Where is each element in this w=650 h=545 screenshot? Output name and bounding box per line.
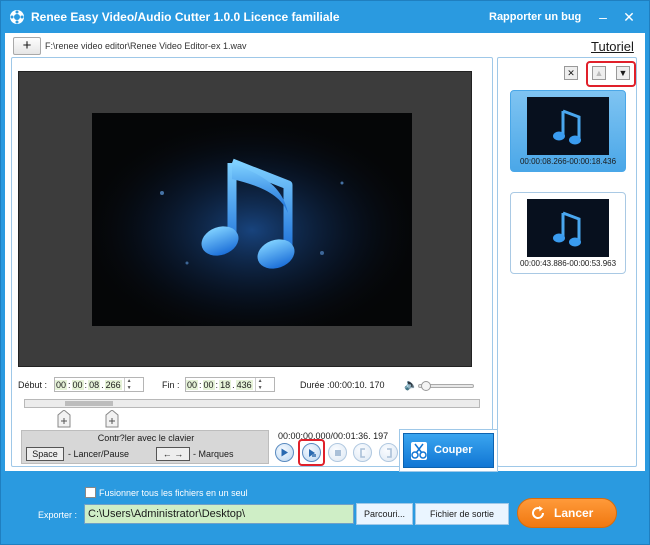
export-path-field[interactable]: C:\Users\Administrator\Desktop\ — [84, 504, 354, 524]
minimize-button[interactable]: – — [593, 7, 613, 27]
app-window: Renee Easy Video/Audio Cutter 1.0.0 Lice… — [0, 0, 650, 545]
browse-button[interactable]: Parcouri... — [356, 503, 413, 525]
app-logo-icon — [10, 10, 24, 24]
timeline-track[interactable] — [24, 399, 480, 408]
end-label: Fin : — [162, 380, 180, 390]
tutorial-link[interactable]: Tutoriel — [591, 39, 634, 54]
duration-display: Durée :00:00:10. 170 — [300, 380, 385, 390]
editor-panel: Début : 00: 00: 08. 266 ▲ ▼ Fin : 00: 00:… — [11, 57, 493, 467]
arrows-action: - Marques — [193, 449, 234, 459]
add-file-button[interactable]: + — [13, 37, 41, 55]
start-minutes[interactable]: 00 — [71, 379, 84, 390]
close-button[interactable]: ✕ — [619, 7, 639, 27]
clip-thumbnail — [527, 97, 609, 155]
cut-button-label: Couper — [434, 444, 473, 456]
reorder-buttons-highlight — [586, 61, 636, 87]
clip-item[interactable]: 00:00:43.886-00:00:53.963 — [510, 192, 626, 274]
merge-checkbox[interactable] — [85, 487, 96, 498]
music-note-icon — [92, 113, 412, 326]
main-area: + F:\renee video editor\Renee Video Edit… — [5, 33, 645, 472]
playback-position: 00:00:00.000/00:01:36. 197 — [278, 431, 389, 441]
end-hours[interactable]: 00 — [186, 379, 199, 390]
start-time-field[interactable]: 00: 00: 08. 266 ▲ ▼ — [54, 377, 144, 392]
music-note-icon — [527, 97, 609, 155]
launch-button-label: Lancer — [554, 506, 594, 520]
play-button[interactable] — [275, 443, 294, 462]
bracket-right-icon — [386, 447, 392, 458]
keyboard-help-title: Contr?ler avec le clavier — [97, 433, 195, 443]
title-bar: Renee Easy Video/Audio Cutter 1.0.0 Lice… — [1, 1, 649, 33]
export-label: Exporter : — [38, 510, 78, 520]
volume-slider[interactable] — [418, 381, 474, 391]
stop-icon — [334, 449, 341, 456]
end-time-stepper[interactable]: ▲ ▼ — [254, 378, 265, 391]
volume-icon[interactable]: 🔈 — [404, 378, 418, 391]
merge-option: Fusionner tous les fichiers en un seul — [85, 487, 248, 498]
clip-thumbnail — [527, 199, 609, 257]
stop-button[interactable] — [328, 443, 347, 462]
end-marker-handle[interactable] — [105, 410, 119, 428]
delete-clip-button[interactable]: ✕ — [564, 66, 578, 80]
music-note-icon — [527, 199, 609, 257]
refresh-icon — [532, 506, 545, 519]
space-key: Space — [26, 447, 64, 461]
space-action: - Lancer/Pause — [68, 449, 130, 459]
export-bar: Fusionner tous les fichiers en un seul E… — [1, 473, 649, 545]
clip-time-range: 00:00:08.266-00:00:18.436 — [519, 157, 617, 166]
merge-label: Fusionner tous les fichiers en un seul — [99, 487, 248, 498]
selected-range[interactable] — [65, 401, 113, 406]
end-seconds[interactable]: 18 — [219, 379, 232, 390]
cut-button[interactable]: Couper — [403, 433, 494, 468]
window-title: Renee Easy Video/Audio Cutter 1.0.0 Lice… — [31, 10, 340, 24]
output-folder-button[interactable]: Fichier de sortie — [415, 503, 509, 525]
file-path: F:\renee video editor\Renee Video Editor… — [45, 41, 247, 51]
preview-frame — [92, 113, 412, 326]
clip-list-panel: ✕ ▲ ▼ 00:00:08.266-00:00:18.436 00:00:43… — [497, 57, 637, 467]
start-hours[interactable]: 00 — [55, 379, 68, 390]
scissors-icon — [411, 442, 427, 460]
set-start-button[interactable] — [353, 443, 372, 462]
start-marker-handle[interactable] — [57, 410, 71, 428]
start-label: Début : — [18, 380, 48, 390]
video-preview[interactable] — [18, 71, 472, 367]
set-end-button[interactable] — [379, 443, 398, 462]
start-time-stepper[interactable]: ▲ ▼ — [123, 378, 134, 391]
report-bug-link[interactable]: Rapporter un bug — [489, 11, 581, 23]
launch-button[interactable]: Lancer — [517, 498, 617, 528]
clip-item[interactable]: 00:00:08.266-00:00:18.436 — [510, 90, 626, 172]
start-milliseconds[interactable]: 266 — [104, 379, 122, 390]
clip-time-range: 00:00:43.886-00:00:53.963 — [519, 259, 617, 268]
bracket-left-icon — [359, 447, 365, 458]
arrow-keys: ← → — [156, 447, 190, 461]
time-controls: Début : 00: 00: 08. 266 ▲ ▼ Fin : 00: 00:… — [18, 376, 488, 394]
start-seconds[interactable]: 08 — [88, 379, 101, 390]
cut-button-frame: Couper — [399, 429, 498, 472]
play-selection-highlight — [298, 439, 325, 466]
end-minutes[interactable]: 00 — [202, 379, 215, 390]
end-time-field[interactable]: 00: 00: 18. 436 ▲ ▼ — [185, 377, 275, 392]
keyboard-help: Contr?ler avec le clavier Space - Lancer… — [21, 430, 269, 464]
end-milliseconds[interactable]: 436 — [235, 379, 253, 390]
play-icon — [281, 448, 288, 457]
volume-slider-knob[interactable] — [421, 381, 431, 391]
